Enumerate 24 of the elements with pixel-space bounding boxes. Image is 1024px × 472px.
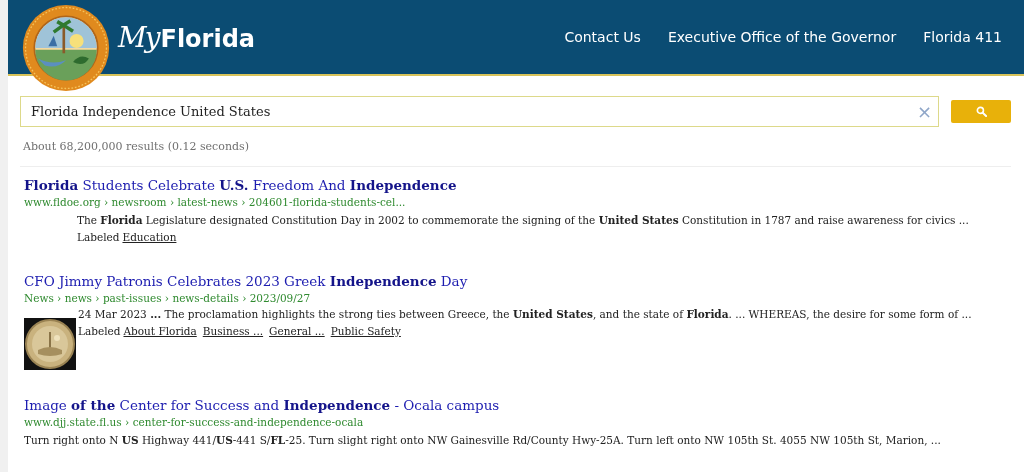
result-url: www.fldoe.org › newsroom › latest-news › 204601-florida-students-cel... <box>24 196 407 208</box>
labeled-text: Labeled <box>77 230 120 245</box>
label-link[interactable]: General ... <box>269 323 325 340</box>
result-snippet: Turn right onto N US Highway 441/US-441 S/FL-25. Turn slight right onto NW Gainesville Rd/County Hwy-25A. Turn left onto NW 105th St. 4055 NW 105th St, Marion, ... <box>24 433 941 448</box>
result-url: www.djj.state.fl.us › center-for-success-and-independence-ocala <box>24 416 365 428</box>
labeled-text: Labeled <box>78 324 121 339</box>
result-url: News › news › past-issues › news-details › 2023/09/27 <box>24 292 312 304</box>
seal-logo[interactable] <box>22 4 110 92</box>
search-icon <box>975 106 987 117</box>
result-title-link[interactable]: Image of the Center for Success and Independence - Ocala campus <box>24 397 1011 413</box>
result-title-link[interactable]: CFO Jimmy Patronis Celebrates 2023 Greek Independence Day <box>24 273 1011 289</box>
search-field[interactable]: Florida Independence United States × <box>20 96 939 127</box>
result-snippet: 24 Mar 2023 ... The proclamation highlights the strong ties between Greece, the United States, and the state of Florida. ... WHEREAS, the desire for some form of ... <box>78 307 972 322</box>
nav-link[interactable]: Contact Us <box>564 29 641 45</box>
label-link[interactable]: Public Safety <box>330 323 401 340</box>
label-link[interactable]: About Florida <box>123 323 197 340</box>
result-title-link[interactable]: Florida Students Celebrate U.S. Freedom And Independence <box>24 177 1011 193</box>
nav-link[interactable]: Florida 411 <box>923 29 1002 45</box>
label-link[interactable]: Business ... <box>202 323 264 340</box>
nav-link[interactable]: Executive Office of the Governor <box>667 29 897 45</box>
results-count: About 68,200,000 results (0.12 seconds) <box>22 140 250 153</box>
brand-logo[interactable]: MyFlorida <box>118 20 256 54</box>
label-link[interactable]: Education <box>122 229 177 246</box>
result-snippet: The Florida Legislature designated Constitution Day in 2002 to commemorate the signing of the United States Constitution in 1787 and raise awareness for civics ... <box>77 213 969 228</box>
